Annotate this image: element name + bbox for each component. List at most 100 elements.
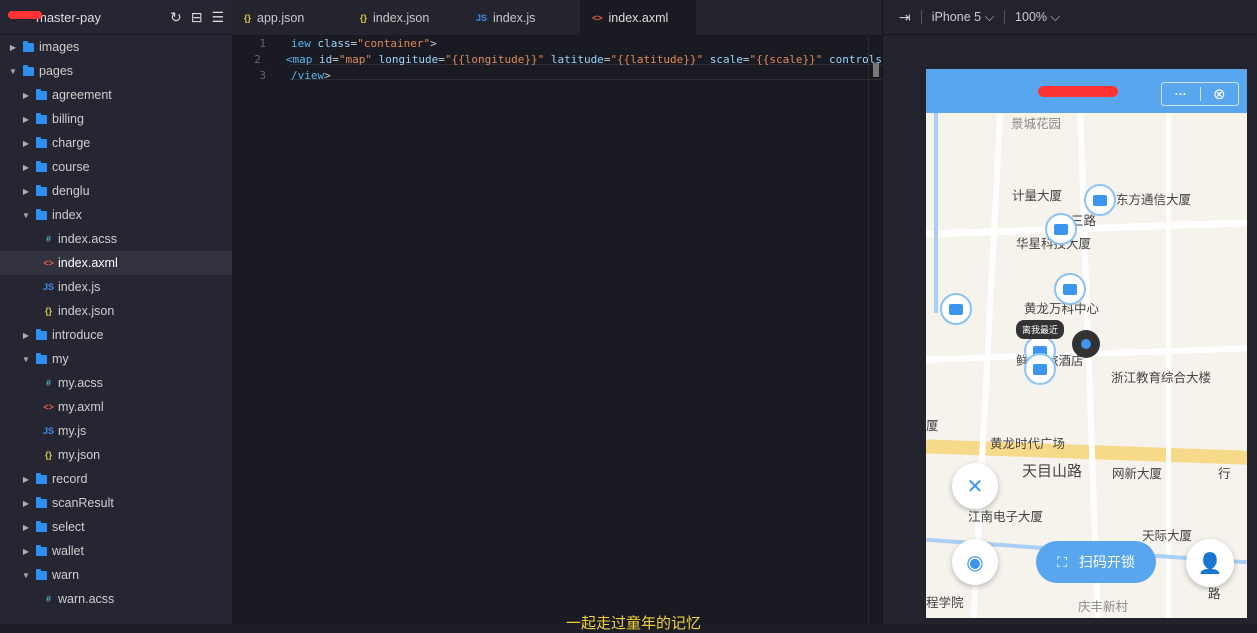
tree-file[interactable]: {} index.json [0, 299, 232, 323]
tree-folder[interactable]: ▶ denglu [0, 179, 232, 203]
folder-icon [36, 472, 47, 484]
code-token: id [319, 52, 333, 66]
tree-folder[interactable]: ▶ wallet [0, 539, 232, 563]
bike-marker[interactable] [1054, 273, 1086, 305]
map[interactable]: 景城花园 计量大厦 东方通信大厦 三路 华星科技大厦 黄龙万科中心鲜旅酒店 浙江教育综合大楼… [926, 113, 1247, 618]
code-token: "{{longitude}}" [444, 52, 551, 66]
tree-label: my.json [58, 448, 101, 462]
tab-app-json[interactable]: {} app.json [232, 0, 348, 35]
code-token: > [430, 36, 437, 50]
tree-label: warn [52, 568, 80, 582]
code-token: longitude [378, 52, 439, 66]
user-icon: 👤 [1197, 552, 1223, 575]
tree-folder[interactable]: ▼ pages [0, 59, 232, 83]
tree-folder[interactable]: ▼ index [0, 203, 232, 227]
code-editor[interactable]: {} app.json {} index.json JS index.js <> index.… [232, 0, 882, 624]
tree-folder[interactable]: ▶ billing [0, 107, 232, 131]
tree-file[interactable]: # my.acss [0, 371, 232, 395]
tree-folder[interactable]: ▶ record [0, 467, 232, 491]
code-token: "map" [338, 52, 379, 66]
map-label: 计量大厦 [1012, 189, 1063, 203]
tab-index-axml[interactable]: <> index.axml [580, 0, 696, 35]
folder-icon [36, 112, 47, 124]
repair-button[interactable]: ✕ [952, 463, 998, 509]
bike-marker[interactable] [1084, 184, 1116, 216]
nav-bar: ··· ⊗ [926, 69, 1247, 113]
tree-folder[interactable]: ▶ course [0, 155, 232, 179]
code-token: = [603, 52, 611, 66]
tree-label: pages [39, 64, 74, 78]
tree-folder[interactable]: ▼ warn [0, 563, 232, 587]
tree-file[interactable]: <> index.axml [0, 251, 232, 275]
json-file-icon: {} [44, 450, 52, 460]
map-label: 网新大厦 [1112, 467, 1163, 481]
tree-folder[interactable]: ▶ select [0, 515, 232, 539]
menu-icon[interactable]: ☰ [211, 9, 224, 26]
code-token: class [317, 36, 351, 50]
map-label: 东方通信大厦 [1116, 193, 1192, 207]
tab-index-js[interactable]: JS index.js [464, 0, 580, 35]
caret-right-icon: ▶ [22, 114, 30, 124]
tree-label: my.axml [58, 400, 104, 414]
tree-label: my.acss [58, 376, 103, 390]
profile-button[interactable]: 👤 [1186, 539, 1234, 587]
tree-folder[interactable]: ▶ scanResult [0, 491, 232, 515]
tree-file[interactable]: # warn.acss [0, 587, 232, 611]
folder-icon [36, 136, 47, 148]
acss-file-icon: # [45, 234, 51, 244]
code-token: <map [285, 52, 319, 66]
device-select[interactable]: iPhone 5 ⌵ [932, 10, 994, 25]
bike-marker[interactable] [1024, 353, 1056, 385]
code-line: 1 iew class = "container" > [232, 35, 882, 51]
tree-file[interactable]: {} my.json [0, 443, 232, 467]
bike-marker[interactable] [1045, 213, 1077, 245]
tree-file[interactable]: <> my.axml [0, 395, 232, 419]
tab-index-json[interactable]: {} index.json [348, 0, 464, 35]
map-label: 厦 [926, 419, 939, 433]
wrench-icon: ✕ [966, 475, 984, 498]
folder-icon [23, 64, 34, 76]
map-label: 天际大厦 [1142, 529, 1193, 543]
tree-label: denglu [52, 184, 90, 198]
bike-marker[interactable] [940, 293, 972, 325]
caret-right-icon: ▶ [22, 162, 30, 172]
tree-file[interactable]: # index.acss [0, 227, 232, 251]
line-number: 1 [259, 36, 266, 50]
refresh-icon[interactable]: ↻ [170, 9, 182, 26]
folder-icon [36, 160, 47, 172]
locate-button[interactable]: ◉ [952, 539, 998, 585]
project-name: master-pay [36, 9, 102, 25]
line-number: 3 [259, 68, 266, 82]
caret-down-icon: ▼ [9, 66, 17, 76]
tree-label: billing [52, 112, 84, 126]
collapse-icon[interactable]: ⊟ [191, 9, 203, 26]
tree-folder[interactable]: ▶ images [0, 35, 232, 59]
code-token: /view [291, 68, 325, 82]
caret-right-icon: ▶ [22, 138, 30, 148]
more-icon[interactable]: ··· [1162, 87, 1200, 101]
zoom-select[interactable]: 100% ⌵ [1015, 10, 1060, 25]
close-miniapp-icon[interactable]: ⊗ [1200, 85, 1238, 103]
tree-folder[interactable]: ▶ charge [0, 131, 232, 155]
tree-folder[interactable]: ▼ my [0, 347, 232, 371]
scan-unlock-button[interactable]: ⛶ 扫码开锁 [1036, 541, 1156, 583]
caret-right-icon: ▶ [22, 90, 30, 100]
tree-label: index.json [58, 304, 115, 318]
folder-icon [36, 184, 47, 196]
tree-label: my.js [58, 424, 87, 438]
code-token: = [332, 52, 339, 66]
tree-file[interactable]: JS my.js [0, 419, 232, 443]
map-label: 黄龙时代广场 [990, 437, 1066, 451]
line-number: 2 [254, 52, 261, 66]
toggle-panel-icon[interactable]: ⇥ [899, 9, 911, 26]
code-token: "{{scale}}" [749, 52, 830, 66]
map-label: 程学院 [926, 596, 964, 610]
tree-folder[interactable]: ▶ introduce [0, 323, 232, 347]
tree-folder[interactable]: ▶ agreement [0, 83, 232, 107]
caret-right-icon: ▶ [22, 474, 30, 484]
tree-file[interactable]: JS index.js [0, 275, 232, 299]
scrollbar[interactable] [868, 35, 882, 624]
json-file-icon: {} [244, 12, 252, 23]
folder-icon [36, 328, 47, 340]
caret-right-icon: ▶ [22, 330, 30, 340]
